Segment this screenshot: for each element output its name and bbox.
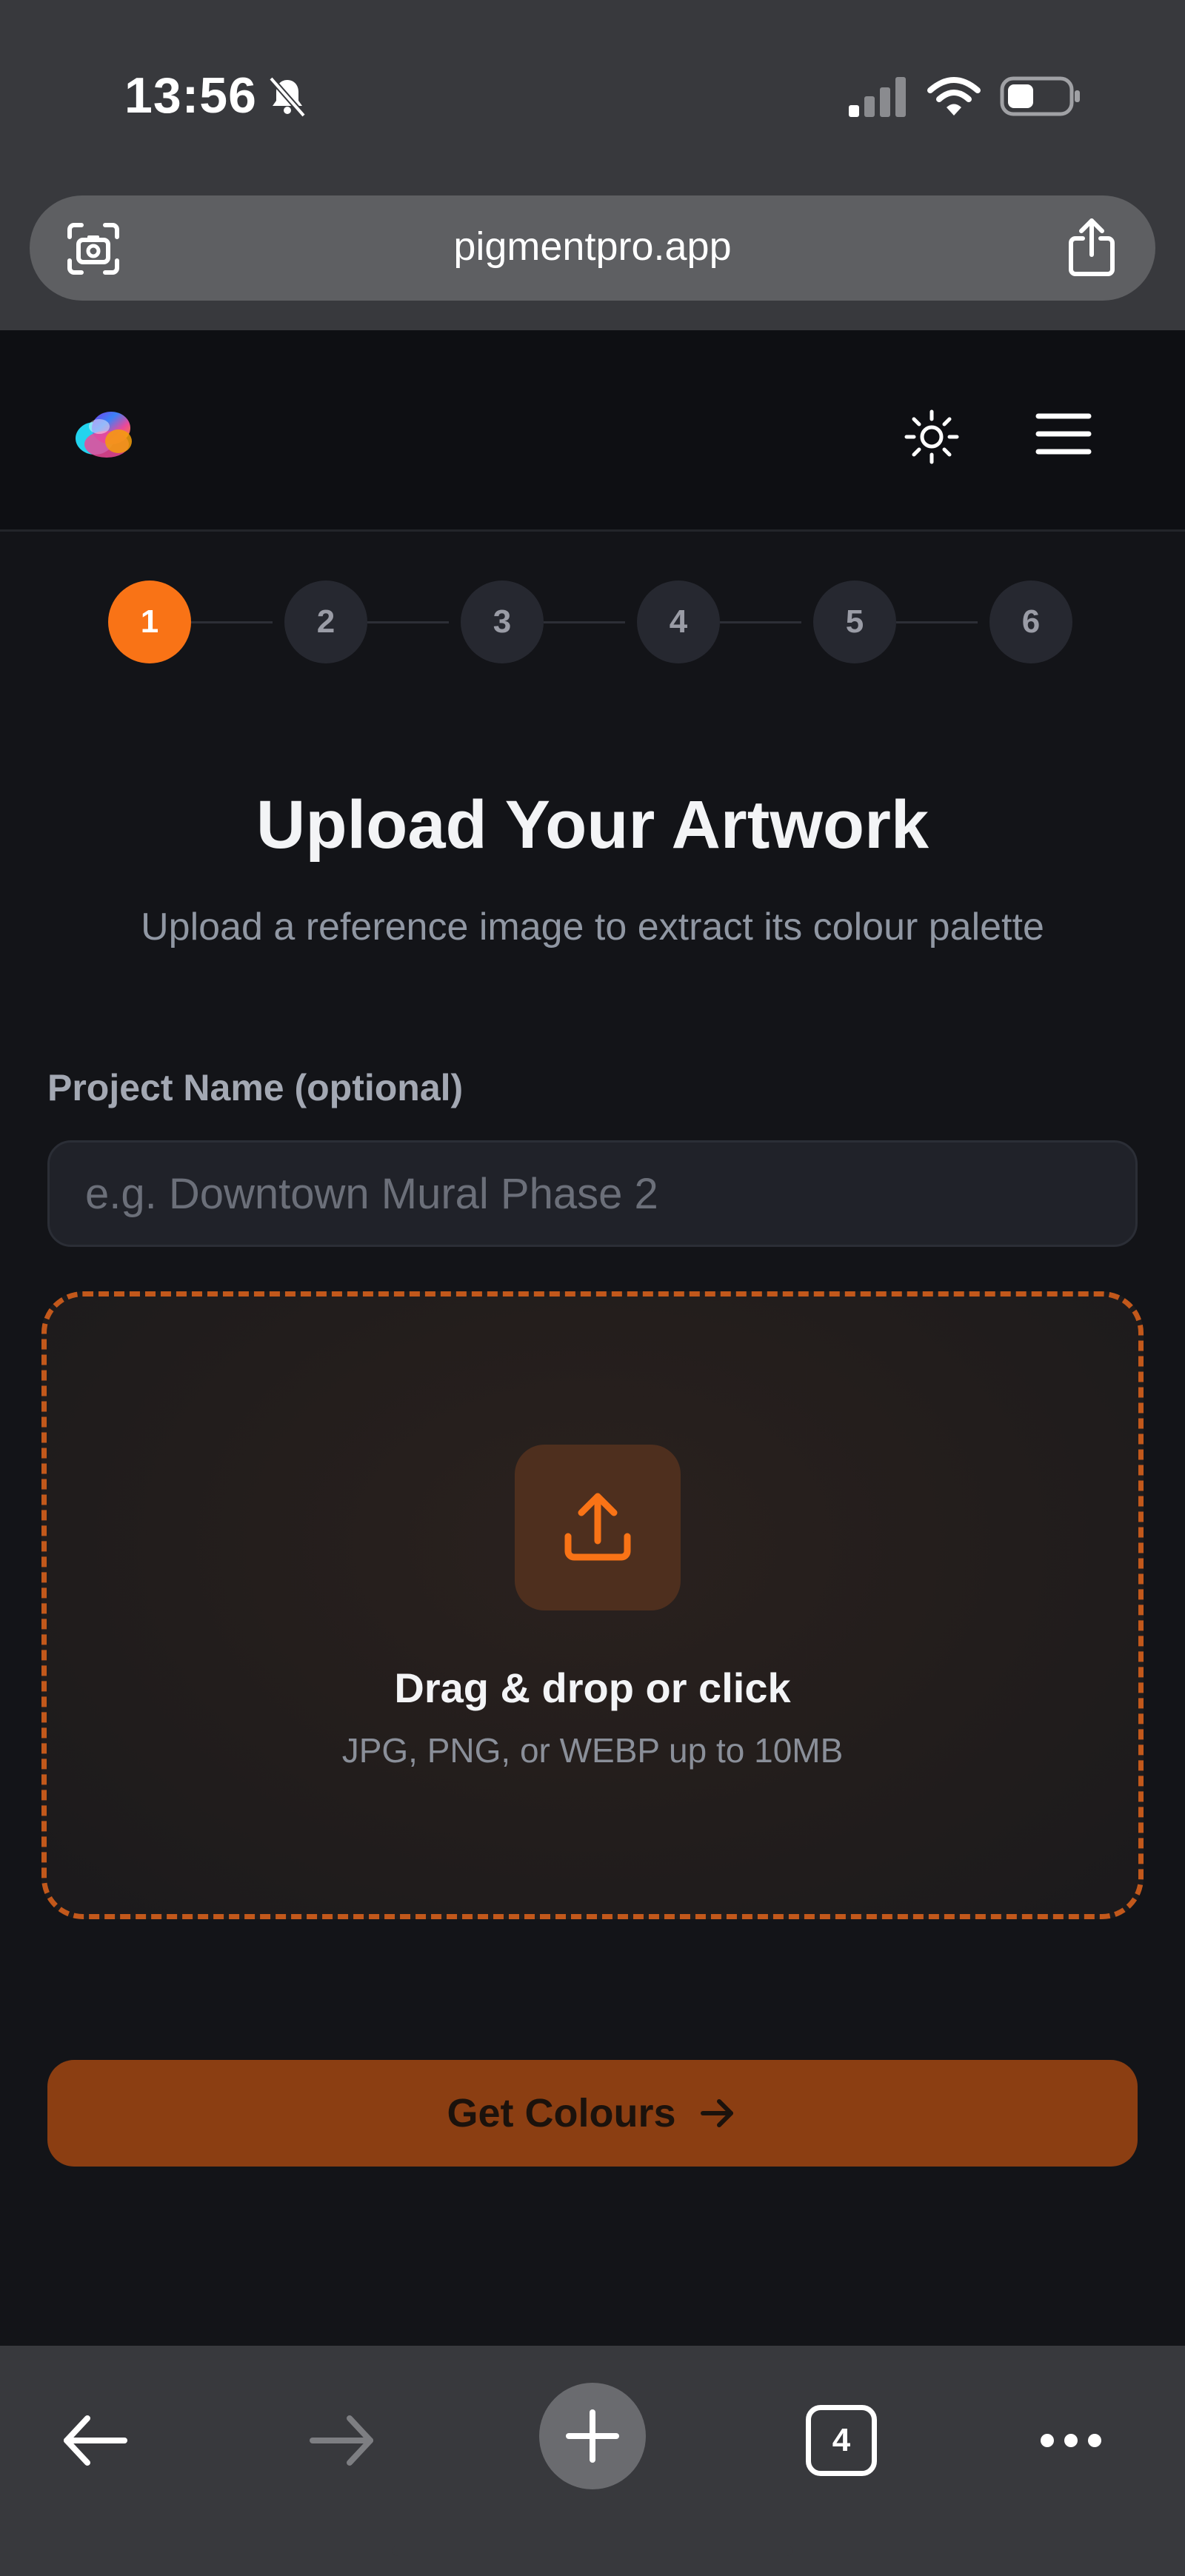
back-arrow-icon[interactable] bbox=[58, 2411, 132, 2470]
app-frame: 13:56 pigmentpro.app 1 2 3 4 5 6 Upload … bbox=[0, 0, 1185, 2576]
app-logo-icon[interactable] bbox=[73, 404, 138, 464]
wifi-icon bbox=[927, 77, 981, 116]
get-colours-label: Get Colours bbox=[447, 2091, 676, 2135]
browser-top-chrome: 13:56 pigmentpro.app bbox=[0, 0, 1185, 330]
cellular-signal-icon bbox=[849, 77, 906, 117]
url-bar[interactable]: pigmentpro.app bbox=[30, 195, 1155, 301]
browser-bottom-toolbar: 4 bbox=[0, 2346, 1185, 2576]
step-connector bbox=[896, 621, 978, 623]
upload-icon bbox=[564, 1493, 631, 1561]
project-name-label: Project Name (optional) bbox=[47, 1067, 464, 1108]
dropzone-hint: JPG, PNG, or WEBP up to 10MB bbox=[341, 1731, 844, 1770]
dropzone-title: Drag & drop or click bbox=[394, 1665, 791, 1711]
plus-icon bbox=[566, 2409, 619, 2463]
battery-icon bbox=[1000, 76, 1080, 116]
sun-icon[interactable] bbox=[902, 407, 961, 466]
step-1[interactable]: 1 bbox=[108, 581, 191, 663]
step-connector bbox=[544, 621, 625, 623]
forward-arrow-icon[interactable] bbox=[305, 2411, 379, 2470]
get-colours-button[interactable]: Get Colours bbox=[47, 2060, 1138, 2167]
hamburger-menu-icon[interactable] bbox=[1034, 407, 1093, 461]
home-indicator bbox=[393, 2546, 792, 2556]
app-header bbox=[0, 330, 1185, 532]
step-3[interactable]: 3 bbox=[461, 581, 544, 663]
step-5[interactable]: 5 bbox=[813, 581, 896, 663]
arrow-right-icon bbox=[700, 2099, 733, 2127]
tabs-icon[interactable]: 4 bbox=[806, 2405, 877, 2476]
step-4[interactable]: 4 bbox=[637, 581, 720, 663]
page-title: Upload Your Artwork bbox=[256, 787, 929, 863]
status-time: 13:56 bbox=[124, 67, 257, 124]
step-6[interactable]: 6 bbox=[989, 581, 1072, 663]
url-text[interactable]: pigmentpro.app bbox=[30, 224, 1155, 270]
step-connector bbox=[191, 621, 273, 623]
step-2[interactable]: 2 bbox=[284, 581, 367, 663]
new-tab-button[interactable] bbox=[539, 2383, 646, 2489]
project-name-input[interactable] bbox=[47, 1140, 1138, 1247]
step-connector bbox=[720, 621, 801, 623]
share-icon[interactable] bbox=[1062, 216, 1121, 278]
bell-slash-icon bbox=[268, 76, 307, 118]
step-connector bbox=[367, 621, 449, 623]
upload-dropzone[interactable]: Drag & drop or click JPG, PNG, or WEBP u… bbox=[41, 1291, 1144, 1919]
more-dots-icon[interactable] bbox=[1034, 2417, 1108, 2464]
progress-stepper: 1 2 3 4 5 6 bbox=[0, 578, 1185, 666]
upload-icon-tile[interactable] bbox=[515, 1445, 681, 1610]
page-subtitle: Upload a reference image to extract its … bbox=[141, 906, 1044, 949]
